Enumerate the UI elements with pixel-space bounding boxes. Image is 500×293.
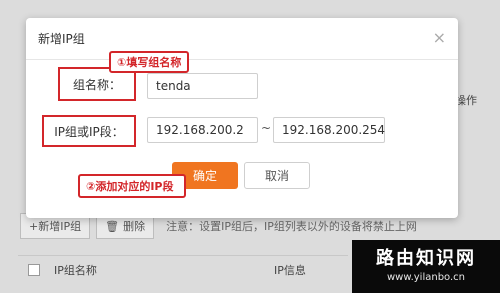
ip-start-input[interactable]: 192.168.200.2 [147,117,258,143]
delete-button-label: 删除 [123,220,146,233]
annotation-add-ip-range: ②添加对应的IP段 [78,174,186,198]
watermark-url: www.yilanbo.cn [386,272,466,283]
column-header-ip-info: IP信息 [274,264,306,277]
trash-icon: 🗑 [105,219,120,233]
table-header-action: 操作 [455,94,477,107]
cancel-button[interactable]: 取消 [244,162,310,189]
ip-end-input[interactable]: 192.168.200.254 [273,117,385,143]
ip-range-label: IP组或IP段： [42,115,136,147]
toolbar-note: 注意：设置IP组后，IP组列表以外的设备将禁止上网 [166,220,417,233]
group-name-input[interactable]: tenda [147,73,258,99]
range-separator: ~ [261,121,272,135]
site-watermark: 路由知识网 www.yilanbo.cn [352,240,500,293]
dialog-title: 新增IP组 [38,32,85,46]
annotation-fill-group-name: ①填写组名称 [109,51,189,73]
select-all-checkbox[interactable] [28,264,40,276]
dialog-divider [26,59,458,60]
table-header-row: IP组名称 IP信息 [18,255,348,284]
add-ip-group-dialog: 新增IP组 × 组名称： tenda IP组或IP段： 192.168.200.… [26,18,458,218]
watermark-title: 路由知识网 [376,248,476,269]
close-icon[interactable]: × [433,28,446,47]
column-header-ip-group-name: IP组名称 [54,264,97,277]
